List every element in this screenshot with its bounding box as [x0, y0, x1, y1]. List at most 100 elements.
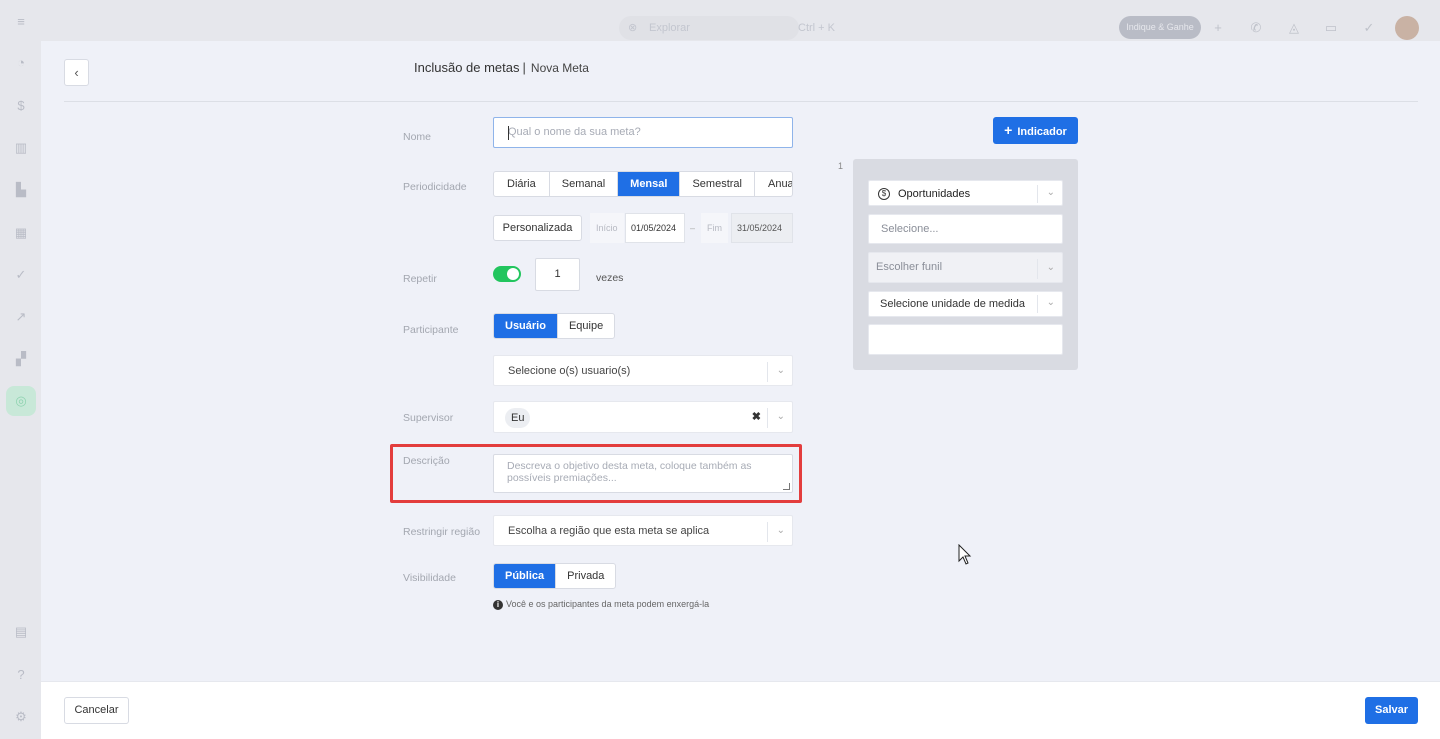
chart-icon[interactable]: ▙	[13, 182, 29, 198]
info-icon: i	[493, 600, 503, 610]
goal-name-placeholder: Qual o nome da sua meta?	[508, 126, 641, 138]
label-participante: Participante	[403, 324, 459, 336]
title-subtitle: Nova Meta	[530, 61, 589, 75]
calendar-icon[interactable]: ▦	[13, 225, 29, 241]
indicator-type-value: Oportunidades	[898, 188, 971, 200]
indicator-card: $ Oportunidades ⌄ Selecione... Escolher …	[853, 159, 1078, 370]
dollar-icon: $	[878, 188, 890, 200]
chevron-left-icon: ‹	[74, 65, 79, 80]
period-anual[interactable]: Anual	[755, 172, 792, 196]
unit-select[interactable]: Selecione unidade de medida ⌄	[868, 291, 1063, 317]
label-supervisor: Supervisor	[403, 412, 454, 424]
participant-usuario[interactable]: Usuário	[494, 314, 558, 338]
participant-equipe[interactable]: Equipe	[558, 314, 614, 338]
text-caret	[508, 126, 509, 140]
repeat-count-input[interactable]: 1	[535, 258, 580, 291]
indicator-selecione-input[interactable]: Selecione...	[868, 214, 1063, 244]
inicio-label: Início	[590, 213, 624, 243]
funnel-select-placeholder: Escolher funil	[876, 261, 943, 273]
region-select[interactable]: Escolha a região que esta meta se aplica…	[493, 515, 793, 546]
visibility-info-text: Você e os participantes da meta podem en…	[506, 599, 710, 609]
task-check-icon[interactable]: ✓	[1361, 20, 1377, 36]
resize-grip-icon[interactable]	[783, 483, 790, 490]
repeat-toggle[interactable]	[493, 266, 521, 282]
period-mensal[interactable]: Mensal	[618, 172, 681, 196]
description-textarea[interactable]: Descreva o objetivo desta meta, coloque …	[493, 454, 793, 493]
page-title: Inclusão de metas | Nova Meta	[414, 60, 589, 75]
add-indicator-button[interactable]: + Indicador	[993, 117, 1078, 144]
visibility-publica[interactable]: Pública	[494, 564, 557, 588]
bell-icon[interactable]: ◬	[1286, 20, 1302, 36]
apps-icon[interactable]: ▞	[13, 351, 29, 367]
indicator-type-select[interactable]: $ Oportunidades ⌄	[868, 180, 1063, 206]
indicator-index: 1	[838, 161, 844, 171]
label-visibilidade: Visibilidade	[403, 572, 456, 584]
plus-icon: +	[1004, 122, 1013, 138]
period-semestral[interactable]: Semestral	[680, 172, 755, 196]
visibility-selector: Pública Privada	[493, 563, 617, 589]
check-circle-icon[interactable]: ✓	[13, 267, 29, 283]
target-icon[interactable]: ◎	[13, 393, 29, 409]
description-placeholder: Descreva o objetivo desta meta, coloque …	[507, 460, 752, 484]
unit-select-placeholder: Selecione unidade de medida	[880, 298, 1025, 310]
region-select-placeholder: Escolha a região que esta meta se aplica	[508, 525, 710, 537]
cards-icon[interactable]: ▤	[13, 624, 29, 640]
indicator-value-input[interactable]	[868, 324, 1063, 355]
indique-button[interactable]: Indique & Ganhe	[1119, 16, 1201, 39]
funnel-select[interactable]: Escolher funil ⌄	[868, 252, 1063, 283]
add-indicator-label: Indicador	[1017, 126, 1067, 138]
select-divider	[1037, 185, 1038, 203]
custom-period-button[interactable]: Personalizada	[493, 215, 582, 241]
phone-icon[interactable]: ✆	[1248, 20, 1264, 36]
plus-icon[interactable]: +	[1210, 20, 1226, 36]
period-semanal[interactable]: Semanal	[550, 172, 619, 196]
fim-label: Fim	[701, 213, 728, 243]
trend-icon[interactable]: ↗	[13, 309, 29, 325]
period-diaria[interactable]: Diária	[494, 172, 550, 196]
clear-icon[interactable]: ✖	[752, 410, 761, 423]
goal-name-input[interactable]: Qual o nome da sua meta?	[493, 117, 793, 148]
dollar-icon[interactable]: $	[13, 98, 29, 114]
building-icon[interactable]: ▥	[13, 140, 29, 156]
select-divider	[767, 408, 768, 428]
toggle-knob	[507, 268, 519, 280]
chevron-down-icon: ⌄	[1046, 297, 1055, 308]
chevron-down-icon: ⌄	[776, 411, 785, 422]
footer-divider	[41, 681, 1440, 682]
menu-icon[interactable]: ≡	[13, 14, 29, 30]
save-button[interactable]: Salvar	[1365, 697, 1418, 724]
label-periodicidade: Periodicidade	[403, 181, 467, 193]
users-select[interactable]: Selecione o(s) usuario(s) ⌄	[493, 355, 793, 386]
inbox-icon[interactable]: ▭	[1323, 20, 1339, 36]
select-divider	[767, 362, 768, 382]
label-descricao: Descrição	[403, 455, 450, 467]
select-divider	[1037, 259, 1038, 279]
indicator-selecione-placeholder: Selecione...	[881, 223, 939, 235]
visibility-privada[interactable]: Privada	[556, 564, 615, 588]
supervisor-chip: Eu	[505, 408, 531, 428]
title-text: Inclusão de metas	[414, 60, 520, 75]
date-range-separator: –	[690, 223, 696, 233]
cancel-button[interactable]: Cancelar	[64, 697, 129, 724]
search-placeholder: Explorar	[649, 22, 690, 34]
user-avatar[interactable]	[1395, 16, 1419, 40]
modal-footer	[41, 681, 1440, 739]
help-icon[interactable]: ?	[13, 667, 29, 683]
global-search[interactable]: ⊗ Explorar Ctrl + K	[619, 16, 835, 40]
search-icon: ⊗	[628, 22, 638, 34]
settings-gear-icon[interactable]: ⚙	[13, 709, 29, 725]
participant-type-selector: Usuário Equipe	[493, 313, 616, 339]
dashboard-icon[interactable]: ◔	[13, 55, 29, 71]
start-date-input[interactable]: 01/05/2024	[625, 213, 685, 243]
label-repetir: Repetir	[403, 273, 437, 285]
title-separator: |	[522, 60, 526, 75]
select-divider	[1037, 295, 1038, 313]
back-button[interactable]: ‹	[64, 59, 89, 86]
chevron-down-icon: ⌄	[776, 365, 785, 376]
label-nome: Nome	[403, 131, 432, 143]
end-date-input: 31/05/2024	[731, 213, 793, 243]
supervisor-select[interactable]: Eu ✖ ⌄	[493, 401, 793, 433]
header-divider	[64, 101, 1418, 102]
periodicity-selector: Diária Semanal Mensal Semestral Anual	[493, 171, 793, 197]
goal-modal: ‹ Inclusão de metas | Nova Meta Nome Qual …	[41, 41, 1440, 739]
